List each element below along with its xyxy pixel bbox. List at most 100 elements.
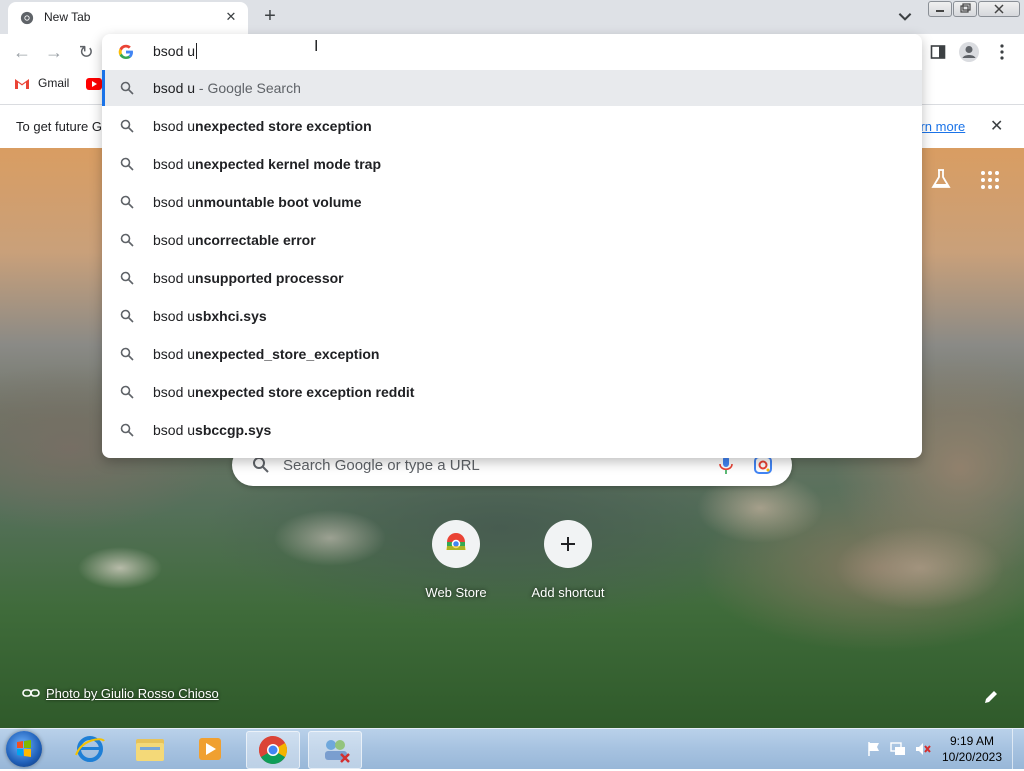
- search-icon: [120, 309, 134, 323]
- search-icon: [120, 271, 134, 285]
- omnibox-input[interactable]: bsod u: [153, 43, 198, 59]
- close-icon: [994, 4, 1004, 14]
- flag-icon[interactable]: [866, 741, 882, 757]
- microphone-icon[interactable]: [718, 455, 734, 475]
- side-panel-icon[interactable]: [930, 44, 946, 60]
- web-store-tile: [432, 520, 480, 568]
- photo-credit-link[interactable]: Photo by Giulio Rosso Chioso: [46, 686, 219, 701]
- suggestion-item[interactable]: bsod unexpected_store_exception: [102, 336, 922, 372]
- close-window-button[interactable]: [978, 1, 1020, 17]
- suggestion-item[interactable]: bsod unmountable boot volume: [102, 184, 922, 220]
- tab-close-icon[interactable]: ✕: [222, 8, 240, 26]
- taskbar-clock[interactable]: 9:19 AM 10/20/2023: [940, 733, 1004, 765]
- info-bar-text: To get future G: [16, 119, 102, 134]
- omnibox-input-value: bsod u: [153, 43, 196, 59]
- kebab-menu-icon[interactable]: [996, 43, 1008, 61]
- suggestion-item[interactable]: bsod unexpected store exception: [102, 108, 922, 144]
- gmail-icon: [15, 79, 29, 89]
- google-apps-grid-icon[interactable]: [980, 170, 1000, 190]
- shortcut-label: Add shortcut: [531, 585, 605, 600]
- suggestion-text: bsod uncorrectable error: [153, 232, 316, 248]
- bookmark-gmail[interactable]: Gmail: [38, 76, 69, 90]
- suggestion-text: bsod usbccgp.sys: [153, 422, 272, 438]
- start-button[interactable]: [6, 731, 42, 767]
- volume-muted-icon[interactable]: [914, 741, 932, 757]
- search-icon: [120, 233, 134, 247]
- suggestion-text: bsod unexpected_store_exception: [153, 346, 380, 362]
- windows-taskbar: 9:19 AM 10/20/2023: [0, 728, 1024, 769]
- suggestion-item[interactable]: bsod usbxhci.sys: [102, 298, 922, 334]
- suggestion-text: bsod unexpected store exception: [153, 118, 372, 134]
- taskbar-media-player[interactable]: [184, 731, 236, 767]
- profile-avatar-icon[interactable]: [958, 41, 980, 63]
- ntp-search-placeholder: Search Google or type a URL: [283, 457, 480, 474]
- minimize-button[interactable]: [928, 1, 952, 17]
- link-icon: [22, 689, 40, 697]
- shortcut-add[interactable]: Add shortcut: [513, 520, 623, 610]
- restore-icon: [960, 3, 971, 13]
- clock-time: 9:19 AM: [949, 734, 995, 748]
- shortcut-web-store[interactable]: Web Store: [401, 520, 511, 610]
- show-desktop-button[interactable]: [1012, 729, 1024, 769]
- search-icon: [120, 347, 134, 361]
- chrome-icon: [20, 11, 34, 25]
- search-icon: [120, 119, 134, 133]
- info-bar-close-icon[interactable]: ✕: [990, 116, 1003, 136]
- chrome-icon: [259, 736, 287, 764]
- customize-pencil-icon[interactable]: [982, 688, 1000, 706]
- suggestion-text: bsod u - Google Search: [153, 80, 301, 96]
- suggestion-text: bsod unexpected store exception reddit: [153, 384, 415, 400]
- forward-arrow-icon[interactable]: →: [44, 42, 64, 62]
- web-store-icon: [446, 533, 466, 550]
- labs-flask-icon[interactable]: [930, 168, 952, 190]
- suggestion-item[interactable]: bsod usbccgp.sys: [102, 412, 922, 448]
- taskbar-file-explorer[interactable]: [124, 731, 176, 767]
- suggestion-text: bsod usbxhci.sys: [153, 308, 267, 324]
- tab-search-chevron-down-icon[interactable]: [896, 7, 914, 25]
- youtube-icon[interactable]: [86, 78, 102, 90]
- plus-icon: [561, 537, 575, 551]
- tab-new-tab[interactable]: New Tab ✕: [8, 2, 248, 34]
- taskbar-internet-explorer[interactable]: [64, 731, 116, 767]
- search-icon: [120, 423, 134, 437]
- suggestion-item[interactable]: bsod unexpected kernel mode trap: [102, 146, 922, 182]
- network-users-icon: [325, 740, 350, 763]
- text-caret: [196, 43, 198, 59]
- back-arrow-icon[interactable]: ←: [12, 42, 32, 62]
- windows-logo-icon: [17, 740, 31, 757]
- network-icon[interactable]: [890, 741, 906, 757]
- suggestion-text: bsod unmountable boot volume: [153, 194, 362, 210]
- search-icon: [120, 81, 134, 95]
- suggestion-text: bsod unexpected kernel mode trap: [153, 156, 381, 172]
- search-icon: [120, 195, 134, 209]
- add-shortcut-tile: [544, 520, 592, 568]
- suggestion-item[interactable]: bsod uncorrectable error: [102, 222, 922, 258]
- search-icon: [120, 157, 134, 171]
- taskbar-network-app[interactable]: [308, 731, 362, 769]
- system-tray: [862, 735, 942, 763]
- internet-explorer-icon: [75, 736, 105, 762]
- text-cursor-icon: I: [314, 38, 319, 55]
- reload-icon[interactable]: ↻: [76, 42, 96, 62]
- restore-button[interactable]: [953, 1, 977, 17]
- suggestion-text: bsod unsupported processor: [153, 270, 344, 286]
- suggestion-description: - Google Search: [195, 80, 301, 96]
- search-icon: [253, 457, 269, 473]
- media-player-icon: [199, 738, 221, 760]
- photo-credit: Photo by Giulio Rosso Chioso: [22, 686, 219, 701]
- tab-strip: New Tab ✕ +: [0, 0, 1024, 34]
- taskbar-chrome[interactable]: [246, 731, 300, 769]
- search-icon: [120, 385, 134, 399]
- new-tab-button[interactable]: +: [259, 5, 281, 27]
- folder-icon: [136, 739, 164, 761]
- omnibox-dropdown: bsod u I bsod u - Google Search bsod une…: [102, 34, 922, 458]
- clock-date: 10/20/2023: [941, 750, 1003, 764]
- suggestion-item[interactable]: bsod unsupported processor: [102, 260, 922, 296]
- shortcut-label: Web Store: [425, 585, 487, 600]
- google-lens-icon[interactable]: [754, 456, 772, 474]
- suggestion-google-search[interactable]: bsod u - Google Search: [102, 70, 922, 106]
- tab-title: New Tab: [44, 10, 91, 24]
- minimize-icon: [936, 10, 944, 12]
- suggestion-item[interactable]: bsod unexpected store exception reddit: [102, 374, 922, 410]
- google-g-icon: [118, 44, 133, 59]
